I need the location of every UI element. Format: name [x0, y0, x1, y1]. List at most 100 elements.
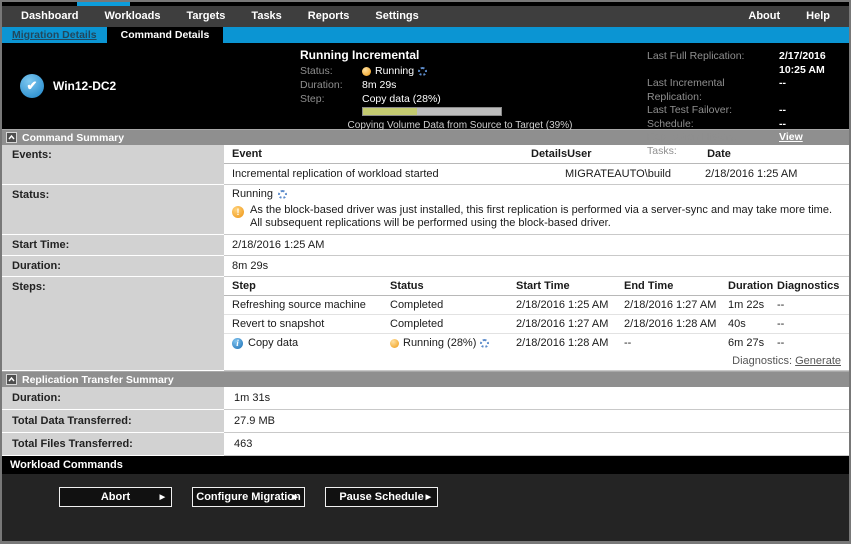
nav-item-tasks[interactable]: Tasks — [238, 6, 294, 27]
status-content: Running ! As the block-based driver was … — [224, 185, 849, 235]
status-orange-dot-icon — [362, 67, 371, 76]
step-duration: 6m 27s — [728, 337, 777, 349]
event-date: 2/18/2016 1:25 AM — [705, 168, 849, 180]
abort-button[interactable]: Abort ▶ — [59, 487, 172, 507]
duration-row-label: Duration: — [2, 256, 224, 277]
step-label: Step: — [300, 92, 362, 106]
collapse-icon[interactable] — [6, 374, 17, 385]
steps-col-diagnostics: Diagnostics — [777, 280, 849, 292]
step-row: Revert to snapshot Completed 2/18/2016 1… — [224, 315, 849, 334]
replication-history-view-link[interactable]: View — [779, 131, 845, 145]
start-time-row-label: Start Time: — [2, 235, 224, 256]
workload-identity: ✔ Win12-DC2 — [20, 74, 116, 98]
status-label: Status: — [300, 64, 362, 78]
start-time-value: 2/18/2016 1:25 AM — [224, 235, 849, 255]
detail-tabs: Migration Details Command Details — [2, 27, 849, 43]
active-nav-marker — [77, 2, 130, 6]
arrow-right-icon: ▶ — [160, 494, 165, 501]
start-time-content: 2/18/2016 1:25 AM — [224, 235, 849, 256]
step-duration: 1m 22s — [728, 299, 777, 311]
transfer-summary-title: Replication Transfer Summary — [22, 374, 174, 386]
step-name: Revert to snapshot — [224, 318, 390, 330]
diagnostics-line: Diagnostics: Generate — [224, 352, 849, 370]
total-files-transferred-value: 463 — [224, 433, 849, 456]
nav-item-reports[interactable]: Reports — [295, 6, 363, 27]
command-title: Running Incremental — [300, 48, 620, 62]
progress-fill — [363, 108, 417, 115]
workload-name: Win12-DC2 — [53, 79, 116, 93]
progress-caption: Copying Volume Data from Source to Targe… — [300, 120, 620, 131]
workload-header: ✔ Win12-DC2 Running Incremental Status: … — [2, 43, 849, 129]
event-row: Incremental replication of workload star… — [224, 164, 849, 184]
command-summary-title: Command Summary — [22, 132, 124, 144]
workload-commands-title: Workload Commands — [10, 459, 123, 471]
step-value: Copy data (28%) — [362, 92, 441, 106]
step-end: 2/18/2016 1:27 AM — [624, 299, 728, 311]
schedule-label: Schedule: — [647, 118, 779, 132]
step-status: Completed — [390, 299, 516, 311]
steps-col-start: Start Time — [516, 280, 624, 292]
step-status: Completed — [390, 318, 516, 330]
replication-info-panel: Last Full Replication: 2/17/2016 10:25 A… — [647, 50, 845, 158]
last-incremental-replication-value: -- — [779, 77, 845, 104]
command-duration-value: 8m 29s — [224, 256, 849, 276]
schedule-value: -- — [779, 118, 845, 132]
nav-item-workloads[interactable]: Workloads — [91, 6, 173, 27]
configure-migration-button[interactable]: Configure Migration ▶ — [192, 487, 305, 507]
nav-item-help[interactable]: Help — [793, 6, 843, 27]
events-col-event: Event — [224, 148, 531, 160]
status-value: Running — [375, 64, 414, 78]
duration-value: 8m 29s — [362, 78, 396, 92]
steps-table-header: Step Status Start Time End Time Duration… — [224, 277, 849, 296]
tab-command-details[interactable]: Command Details — [107, 27, 224, 43]
steps-table: Step Status Start Time End Time Duration… — [224, 277, 849, 371]
pause-schedule-button[interactable]: Pause Schedule ▶ — [325, 487, 438, 507]
step-progress-bar — [362, 107, 502, 116]
warning-icon: ! — [232, 206, 244, 218]
events-row-label: Events: — [2, 145, 224, 185]
nav-item-dashboard[interactable]: Dashboard — [8, 6, 91, 27]
spinner-icon — [278, 190, 287, 199]
diagnostics-label: Diagnostics: — [732, 355, 792, 367]
command-status-panel: Running Incremental Status: Running Dura… — [300, 48, 620, 131]
command-status-value: Running — [232, 188, 273, 200]
step-diagnostics: -- — [777, 299, 849, 311]
arrow-right-icon: ▶ — [293, 494, 298, 501]
step-end: -- — [624, 337, 728, 349]
spinner-icon — [480, 339, 489, 348]
status-row-label: Status: — [2, 185, 224, 235]
total-data-transferred-label: Total Data Transferred: — [2, 410, 224, 433]
step-start: 2/18/2016 1:25 AM — [516, 299, 624, 311]
step-end: 2/18/2016 1:28 AM — [624, 318, 728, 330]
nav-item-about[interactable]: About — [735, 6, 793, 27]
generate-diagnostics-link[interactable]: Generate — [795, 355, 841, 367]
steps-row-label: Steps: — [2, 277, 224, 371]
main-nav: Dashboard Workloads Targets Tasks Report… — [2, 6, 849, 27]
collapse-icon[interactable] — [6, 132, 17, 143]
duration-label: Duration: — [300, 78, 362, 92]
total-files-transferred-label: Total Files Transferred: — [2, 433, 224, 456]
events-col-details: Details — [531, 148, 567, 160]
step-start: 2/18/2016 1:28 AM — [516, 337, 624, 349]
last-full-replication-value: 2/17/2016 10:25 AM — [779, 50, 845, 77]
steps-col-end: End Time — [624, 280, 728, 292]
command-button-area: Abort ▶ Configure Migration ▶ Pause Sche… — [2, 474, 849, 541]
workload-check-icon: ✔ — [20, 74, 44, 98]
transfer-duration-value: 1m 31s — [224, 387, 849, 410]
step-diagnostics: -- — [777, 337, 849, 349]
last-full-replication-label: Last Full Replication: — [647, 50, 779, 77]
step-diagnostics: -- — [777, 318, 849, 330]
steps-col-status: Status — [390, 280, 516, 292]
tab-migration-details[interactable]: Migration Details — [2, 27, 107, 43]
status-orange-dot-icon — [390, 339, 399, 348]
transfer-summary-header[interactable]: Replication Transfer Summary — [2, 371, 849, 387]
spinner-icon — [418, 67, 427, 76]
transfer-duration-label: Duration: — [2, 387, 224, 410]
event-name: Incremental replication of workload star… — [224, 168, 531, 180]
status-message: As the block-based driver was just insta… — [250, 204, 839, 230]
top-strip — [2, 2, 849, 6]
app-window: Dashboard Workloads Targets Tasks Report… — [0, 0, 851, 544]
arrow-right-icon: ▶ — [426, 494, 431, 501]
nav-item-settings[interactable]: Settings — [362, 6, 431, 27]
nav-item-targets[interactable]: Targets — [174, 6, 239, 27]
